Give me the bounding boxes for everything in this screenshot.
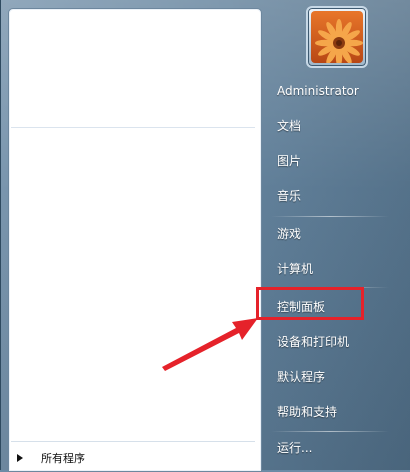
pictures-link[interactable]: 图片 <box>277 150 301 172</box>
menu-separator <box>271 216 389 217</box>
pointer-arrow-icon <box>162 318 258 371</box>
computer-link[interactable]: 计算机 <box>277 258 313 280</box>
music-link[interactable]: 音乐 <box>277 185 301 207</box>
highlight-box <box>256 287 364 320</box>
devices-and-printers-link[interactable]: 设备和打印机 <box>277 331 349 353</box>
menu-separator <box>271 431 389 432</box>
pinned-divider <box>11 127 255 128</box>
default-programs-link[interactable]: 默认程序 <box>277 366 325 388</box>
start-menu: 所有程序 Administrator 文档 图片 音乐 游戏 计算机 控制面板 … <box>0 0 410 472</box>
all-programs-divider <box>11 441 255 442</box>
documents-link[interactable]: 文档 <box>277 115 301 137</box>
all-programs-button[interactable]: 所有程序 <box>17 447 85 469</box>
help-and-support-link[interactable]: 帮助和支持 <box>277 401 337 423</box>
games-link[interactable]: 游戏 <box>277 223 301 245</box>
program-list-pane: 所有程序 <box>8 8 262 472</box>
user-folder-administrator[interactable]: Administrator <box>277 80 359 102</box>
run-link[interactable]: 运行... <box>277 437 312 459</box>
flower-icon <box>311 11 363 63</box>
all-programs-label: 所有程序 <box>41 452 85 465</box>
user-picture[interactable] <box>306 6 368 68</box>
triangle-right-icon <box>17 454 23 462</box>
